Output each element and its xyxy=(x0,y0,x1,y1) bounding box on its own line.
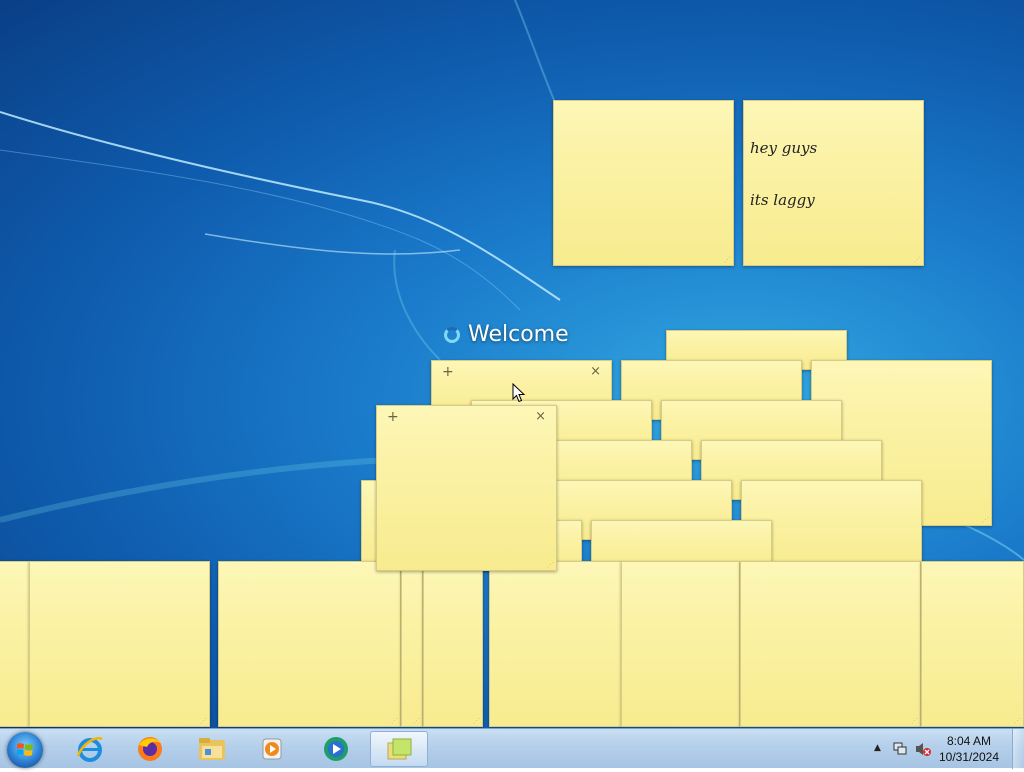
taskbar-windows-live[interactable] xyxy=(308,731,364,767)
sticky-note[interactable]: ⋰ xyxy=(401,561,423,727)
taskbar-internet-explorer[interactable] xyxy=(62,731,118,767)
new-note-icon[interactable]: + xyxy=(442,365,454,379)
close-note-icon[interactable]: × xyxy=(590,365,601,379)
sticky-note-empty[interactable]: ⋰ xyxy=(553,100,734,266)
mouse-pointer-icon xyxy=(512,383,526,403)
sticky-note-active[interactable]: + × ⋰ xyxy=(376,405,557,571)
clock[interactable]: 8:04 AM 10/31/2024 xyxy=(934,733,1004,765)
resize-grip-icon[interactable]: ⋰ xyxy=(724,257,731,264)
resize-grip-icon[interactable]: ⋰ xyxy=(914,257,921,264)
new-note-icon[interactable]: + xyxy=(387,410,399,424)
resize-grip-icon[interactable]: ⋰ xyxy=(413,718,420,725)
resize-grip-icon[interactable]: ⋰ xyxy=(473,718,480,725)
welcome-message: Welcome xyxy=(444,322,569,347)
network-icon[interactable] xyxy=(892,741,908,757)
file-explorer-icon xyxy=(199,738,225,760)
close-note-icon[interactable]: × xyxy=(535,410,546,424)
sticky-note[interactable] xyxy=(489,561,622,727)
sticky-note[interactable] xyxy=(0,561,30,727)
clock-time: 8:04 AM xyxy=(946,734,992,748)
internet-explorer-icon xyxy=(76,737,103,762)
taskbar-firefox[interactable] xyxy=(122,731,178,767)
taskbar: ▲ 8:04 AM 10/31/2024 xyxy=(0,728,1024,769)
show-hidden-icons-button[interactable]: ▲ xyxy=(874,743,881,753)
sticky-note[interactable]: ⋰ xyxy=(921,561,1024,727)
volume-muted-icon[interactable] xyxy=(914,741,932,757)
sticky-note[interactable]: ⋰ xyxy=(29,561,210,727)
sticky-note[interactable]: ⋰ xyxy=(218,561,401,727)
resize-grip-icon[interactable]: ⋰ xyxy=(200,718,207,725)
taskbar-sticky-notes[interactable] xyxy=(370,731,428,767)
resize-grip-icon[interactable]: ⋰ xyxy=(391,718,398,725)
desktop[interactable]: ⋰ hey guys its laggy ⋰ Welcome ⋰ + × ⋰ ⋰… xyxy=(0,0,1024,728)
sticky-note[interactable]: ⋰ xyxy=(423,561,483,727)
firefox-icon xyxy=(138,737,162,761)
resize-grip-icon[interactable]: ⋰ xyxy=(547,562,554,569)
note-text-line-1: hey guys xyxy=(750,139,818,157)
sticky-note-text[interactable]: hey guys its laggy ⋰ xyxy=(743,100,924,266)
resize-grip-icon[interactable]: ⋰ xyxy=(911,718,918,725)
note-text-line-2: its laggy xyxy=(750,191,815,209)
taskbar-file-explorer[interactable] xyxy=(184,731,240,767)
clock-date: 10/31/2024 xyxy=(938,750,1000,764)
show-desktop-button[interactable] xyxy=(1012,729,1024,769)
windows-logo-icon xyxy=(16,743,33,756)
sticky-notes-icon xyxy=(387,738,412,760)
sticky-note[interactable]: ⋰ xyxy=(740,561,921,727)
resize-grip-icon[interactable]: ⋰ xyxy=(982,517,989,524)
start-button[interactable] xyxy=(7,732,43,768)
taskbar-media-player[interactable] xyxy=(244,731,300,767)
media-player-icon xyxy=(262,738,282,760)
windows-live-icon xyxy=(324,737,348,761)
system-tray: ▲ 8:04 AM 10/31/2024 xyxy=(864,729,1024,769)
loading-spinner-icon xyxy=(444,326,460,343)
sticky-note[interactable] xyxy=(621,561,740,727)
welcome-text: Welcome xyxy=(468,322,569,347)
note-text[interactable]: hey guys its laggy xyxy=(750,139,917,209)
resize-grip-icon[interactable]: ⋰ xyxy=(1014,718,1021,725)
